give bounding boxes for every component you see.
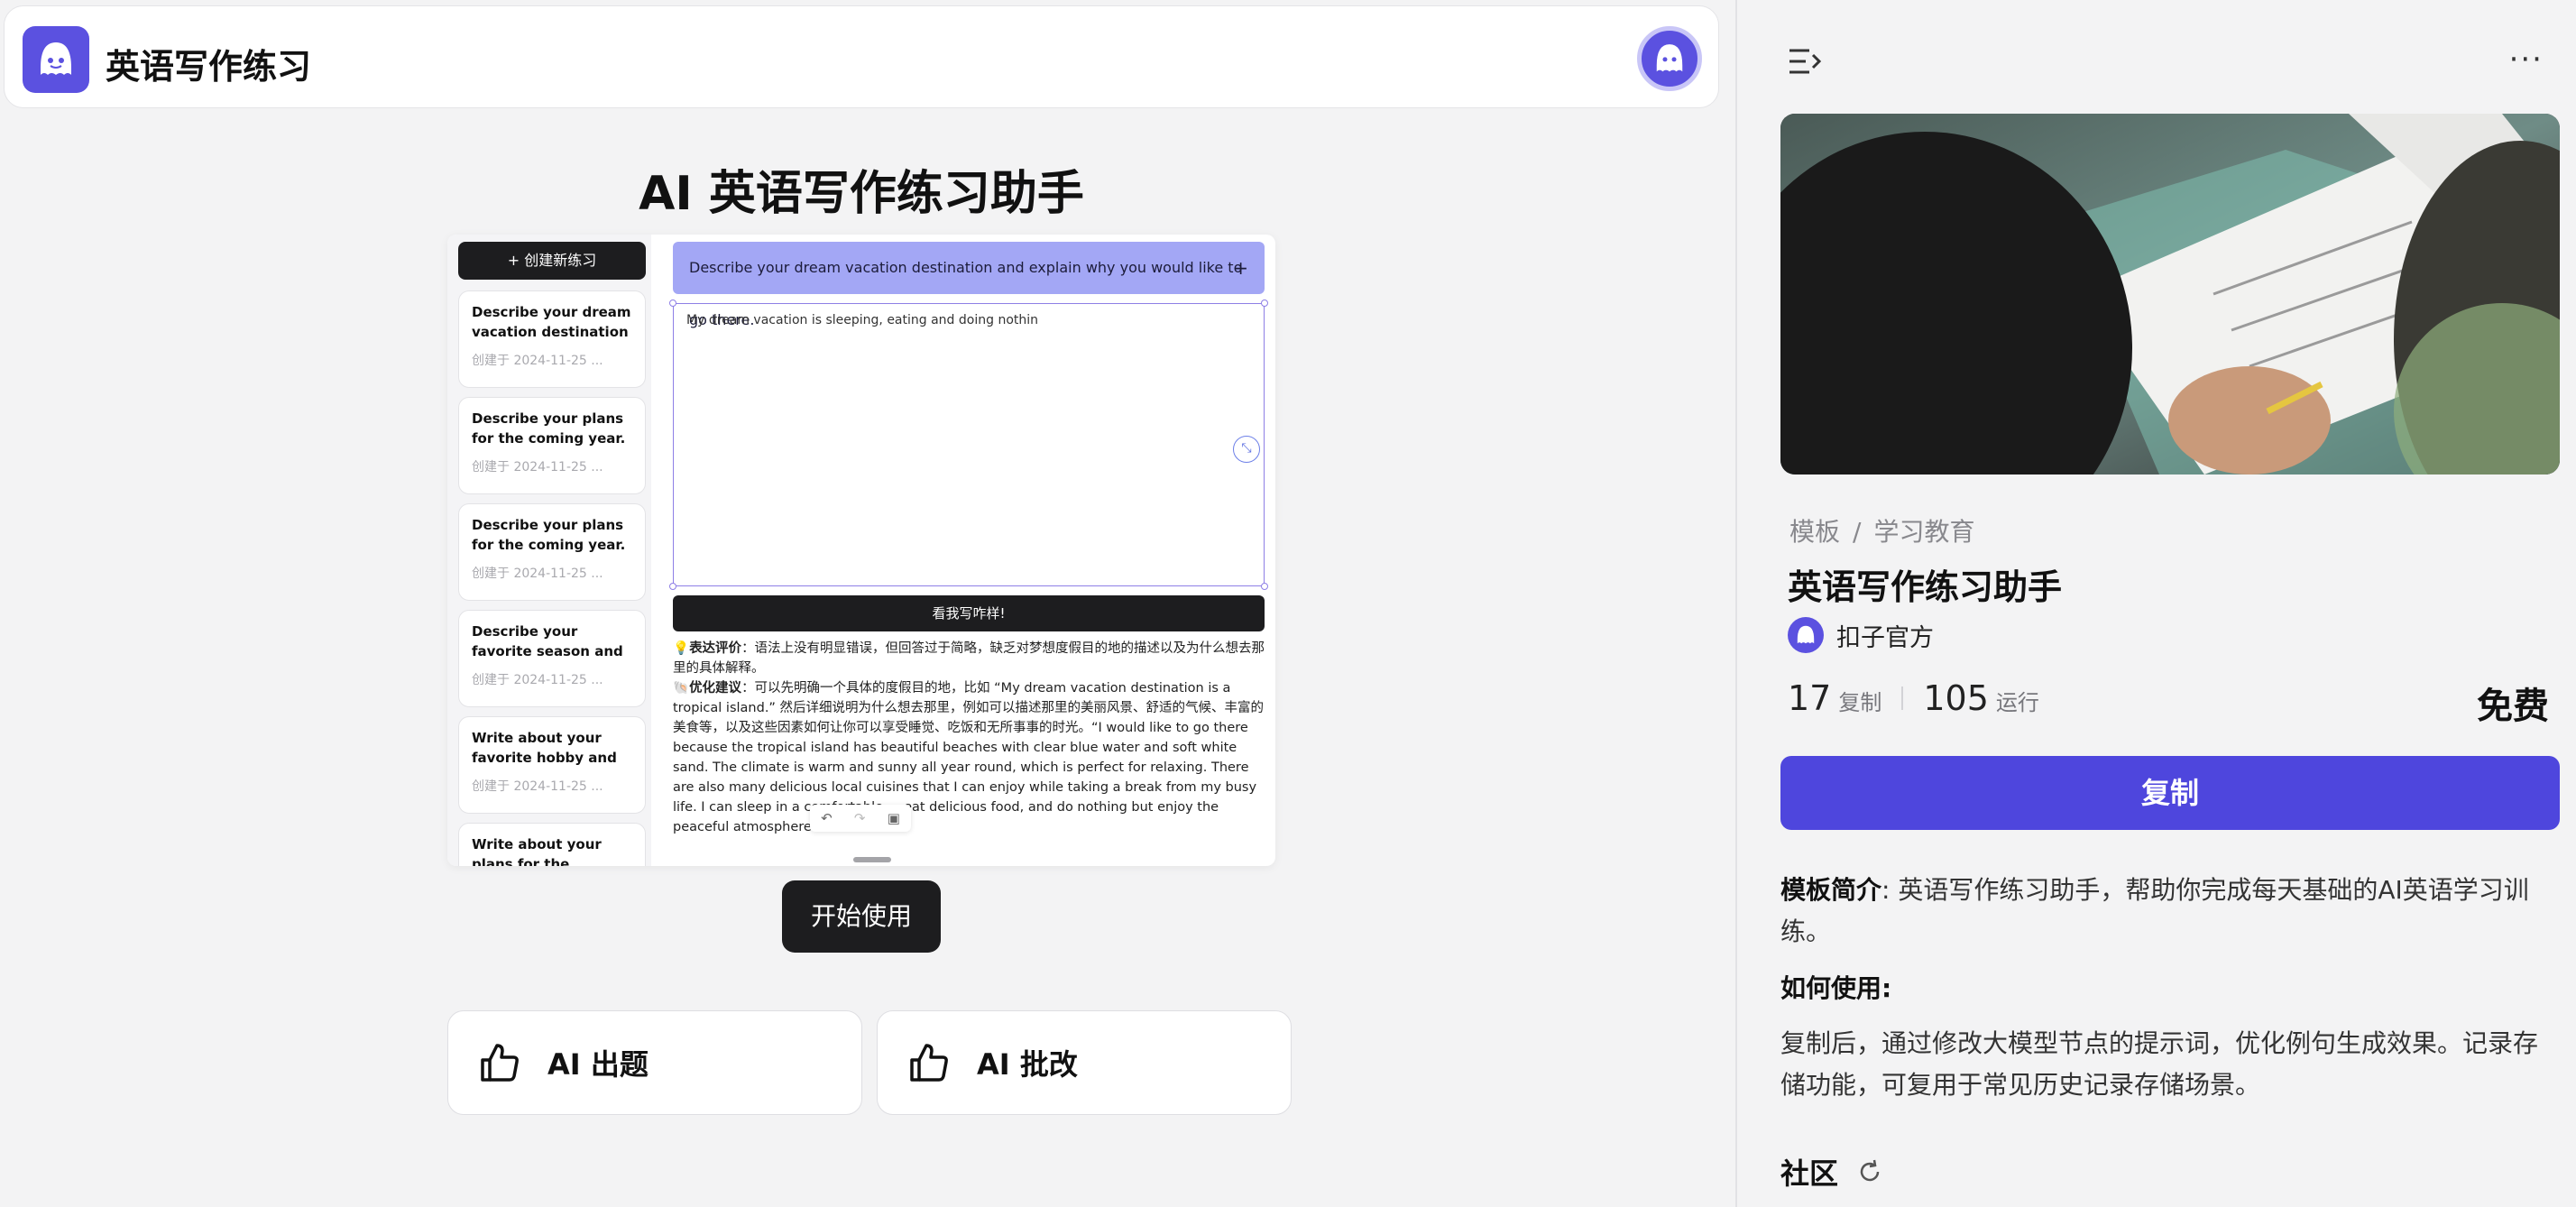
breadcrumb-separator: / bbox=[1853, 517, 1862, 547]
copies-label: 复制 bbox=[1838, 690, 1882, 715]
eval-label: 表达评价 bbox=[689, 641, 742, 656]
practice-card[interactable]: Describe your dream vacation destination… bbox=[458, 290, 646, 388]
template-description: 模板简介: 英语写作练习助手，帮助你完成每天基础的AI英语学习训练。 bbox=[1780, 870, 2556, 953]
feature-card-ai-grading[interactable]: AI 批改 bbox=[877, 1010, 1292, 1115]
practice-card-date: 创建于 2024-11-25 ... bbox=[472, 673, 603, 687]
copies-count: 17 bbox=[1788, 678, 1832, 718]
runs-count: 105 bbox=[1923, 678, 1989, 718]
practice-card[interactable]: Describe your plans for the coming year.… bbox=[458, 397, 646, 494]
practice-card-title: Describe your plans for the coming year. bbox=[472, 517, 626, 553]
add-prompt-icon[interactable]: + bbox=[1233, 242, 1248, 294]
feature-card-ai-question[interactable]: AI 出题 bbox=[447, 1010, 862, 1115]
create-practice-button[interactable]: + 创建新练习 bbox=[458, 242, 646, 280]
usage-stats: 17 复制 105 运行 bbox=[1788, 678, 2039, 718]
feedback-text: 💡表达评价：语法上没有明显错误，但回答过于简略，缺乏对梦想度假目的地的描述以及为… bbox=[673, 639, 1268, 837]
author-avatar bbox=[1788, 617, 1824, 653]
how-to-use-label: 如何使用: bbox=[1780, 973, 1892, 1003]
practice-card-date: 创建于 2024-11-25 ... bbox=[472, 460, 603, 475]
collapse-panel-icon[interactable] bbox=[1788, 47, 1824, 76]
practice-card-date: 创建于 2024-11-25 ... bbox=[472, 567, 603, 581]
practice-card-title: Describe your dream vacation destination… bbox=[472, 304, 631, 340]
practice-card[interactable]: Write about your plans for the coming... bbox=[458, 823, 646, 866]
app-title: 英语写作练习 bbox=[106, 47, 312, 87]
community-section: 社区 bbox=[1780, 1151, 1883, 1193]
main-area: 英语写作练习 AI 英语写作练习助手 + 创建新练习 Describe your… bbox=[0, 0, 1735, 1207]
template-title: 英语写作练习助手 bbox=[1788, 567, 2063, 607]
breadcrumb-item[interactable]: 学习教育 bbox=[1873, 517, 1974, 547]
practice-card[interactable]: Write about your favorite hobby and wh..… bbox=[458, 716, 646, 814]
template-cover-image bbox=[1780, 114, 2560, 475]
feature-label: AI 批改 bbox=[977, 1047, 1078, 1082]
resize-handle[interactable] bbox=[1261, 583, 1268, 590]
more-options-icon[interactable]: ··· bbox=[2509, 41, 2544, 78]
price: 免费 bbox=[2477, 686, 2549, 727]
copy-template-button[interactable]: 复制 bbox=[1780, 756, 2560, 830]
start-button[interactable]: 开始使用 bbox=[782, 880, 941, 953]
refresh-icon[interactable] bbox=[1856, 1158, 1883, 1185]
thumbs-up-icon bbox=[481, 1044, 519, 1082]
runs-label: 运行 bbox=[1995, 690, 2039, 715]
breadcrumb-item[interactable]: 模板 bbox=[1789, 517, 1840, 547]
resize-handle[interactable] bbox=[669, 583, 676, 590]
mini-toolbar: ↶ ↷ ▣ bbox=[810, 805, 911, 832]
feedback-evaluation: 💡表达评价：语法上没有明显错误，但回答过于简略，缺乏对梦想度假目的地的描述以及为… bbox=[673, 641, 1265, 676]
author[interactable]: 扣子官方 bbox=[1788, 617, 1934, 653]
essay-editor[interactable]: My dream vacation is sleeping, eating an… bbox=[673, 303, 1265, 586]
description-label: 模板简介 bbox=[1780, 875, 1882, 905]
breadcrumb: 模板 / 学习教育 bbox=[1789, 512, 1974, 548]
suggest-text: ：可以先明确一个具体的度假目的地，比如 “My dream vacation d… bbox=[673, 681, 1265, 834]
practice-card-title: Write about your favorite hobby and wh..… bbox=[472, 730, 617, 766]
practice-card[interactable]: Describe your favorite season and explai… bbox=[458, 610, 646, 707]
practice-card-title: Describe your favorite season and explai… bbox=[472, 623, 623, 659]
redo-icon[interactable]: ↷ bbox=[854, 810, 866, 826]
feedback-suggestion: 🐚优化建议：可以先明确一个具体的度假目的地，比如 “My dream vacat… bbox=[673, 681, 1265, 834]
eval-text: ：语法上没有明显错误，但回答过于简略，缺乏对梦想度假目的地的描述以及为什么想去那… bbox=[673, 641, 1265, 676]
suggest-label: 优化建议 bbox=[689, 681, 742, 696]
preview-sidebar: + 创建新练习 Describe your dream vacation des… bbox=[447, 235, 651, 866]
author-name: 扣子官方 bbox=[1836, 623, 1934, 652]
scroll-indicator[interactable] bbox=[853, 857, 891, 862]
practice-card[interactable]: Describe your plans for the coming year.… bbox=[458, 503, 646, 601]
how-to-use-text: 复制后，通过修改大模型节点的提示词，优化例句生成效果。记录存储功能，可复用于常见… bbox=[1780, 1028, 2539, 1100]
resize-handle[interactable] bbox=[1261, 299, 1268, 307]
practice-card-title: Describe your plans for the coming year. bbox=[472, 410, 626, 447]
feature-label: AI 出题 bbox=[547, 1047, 649, 1082]
undo-icon[interactable]: ↶ bbox=[821, 810, 833, 826]
bot-logo-icon[interactable] bbox=[23, 26, 89, 93]
resize-handle[interactable] bbox=[669, 299, 676, 307]
prompt-bar: Describe your dream vacation destination… bbox=[673, 242, 1265, 328]
description-text: : 英语写作练习助手，帮助你完成每天基础的AI英语学习训练。 bbox=[1780, 875, 2529, 946]
template-preview: + 创建新练习 Describe your dream vacation des… bbox=[447, 235, 1275, 866]
practice-card-date: 创建于 2024-11-25 ... bbox=[472, 354, 603, 368]
save-icon[interactable]: ▣ bbox=[888, 810, 900, 826]
template-detail-panel: ··· 模板 / 学习教育 英语写作练习助手 扣子官方 17 复制 105 运行… bbox=[1737, 0, 2576, 1207]
top-bar: 英语写作练习 bbox=[4, 5, 1719, 108]
thumbs-up-icon bbox=[910, 1044, 948, 1082]
essay-text: My dream vacation is sleeping, eating an… bbox=[686, 313, 1039, 327]
practice-card-title: Write about your plans for the coming... bbox=[472, 836, 602, 866]
community-label: 社区 bbox=[1780, 1156, 1839, 1191]
submit-essay-button[interactable]: 看我写咋样! bbox=[673, 595, 1265, 631]
bot-avatar-icon[interactable] bbox=[1637, 26, 1702, 91]
hero-title: AI 英语写作练习助手 bbox=[639, 167, 1084, 221]
stats-separator bbox=[1901, 686, 1904, 710]
practice-card-date: 创建于 2024-11-25 ... bbox=[472, 779, 603, 794]
expand-icon[interactable]: ⤡ bbox=[1233, 436, 1260, 463]
